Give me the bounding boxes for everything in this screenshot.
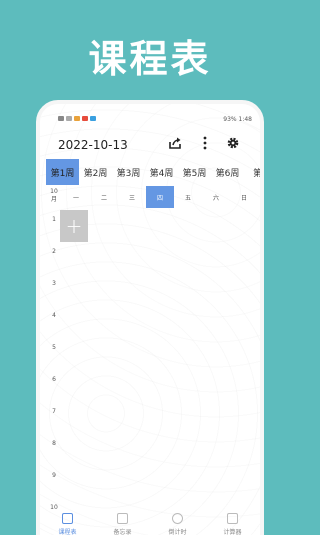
timer-icon xyxy=(172,513,183,524)
period-number: 8 xyxy=(52,440,56,447)
promo-title: 课程表 xyxy=(88,37,212,81)
period-number: 3 xyxy=(52,280,56,287)
calendar-icon xyxy=(62,513,73,524)
month-label: 10 月 xyxy=(46,186,62,208)
period-number: 2 xyxy=(52,248,56,255)
status-right: 93% 1:48 xyxy=(223,116,252,123)
nav-item-calculator[interactable]: 计算器 xyxy=(205,509,260,535)
day-cell: 五 xyxy=(184,194,191,202)
wifi-icon xyxy=(66,116,72,121)
add-course-button[interactable]: + xyxy=(60,210,88,242)
nav-item-schedule[interactable]: 课程表 xyxy=(40,509,95,535)
week-tab[interactable]: 第7 xyxy=(244,159,260,185)
plus-icon: + xyxy=(65,214,83,238)
week-tab[interactable]: 第5周 xyxy=(178,159,211,185)
week-tabs: 第1周 第2周 第3周 第4周 第5周 第6周 第7 xyxy=(46,159,260,185)
nav-label: 课程表 xyxy=(58,529,77,535)
period-number: 7 xyxy=(52,408,56,415)
month-number: 10 xyxy=(50,188,58,195)
status-icons xyxy=(58,116,96,121)
nav-label: 备忘录 xyxy=(113,529,132,535)
week-tab[interactable]: 第1周 xyxy=(46,159,79,185)
toolbar: 2022-10-13 xyxy=(40,136,260,156)
week-tab[interactable]: 第2周 xyxy=(79,159,112,185)
day-cell-today: 四 xyxy=(146,186,174,208)
nav-label: 计算器 xyxy=(223,529,242,535)
memo-icon xyxy=(117,513,128,524)
share-icon[interactable] xyxy=(166,136,184,154)
clock: 1:48 xyxy=(238,116,252,123)
nav-item-memo[interactable]: 备忘录 xyxy=(95,509,150,535)
day-cell: 二 xyxy=(100,194,107,202)
current-date[interactable]: 2022-10-13 xyxy=(58,138,128,152)
day-cell: 一 xyxy=(72,194,79,202)
day-cell: 三 xyxy=(128,194,135,202)
status-bar: 93% 1:48 xyxy=(40,114,260,126)
nav-label: 倒计时 xyxy=(168,529,187,535)
gear-icon[interactable] xyxy=(224,136,242,154)
signal-icon xyxy=(58,116,64,121)
notification-icon xyxy=(74,116,80,121)
period-number: 9 xyxy=(52,472,56,479)
notification-icon xyxy=(82,116,88,121)
week-tab[interactable]: 第3周 xyxy=(112,159,145,185)
week-tab[interactable]: 第4周 xyxy=(145,159,178,185)
month-unit: 月 xyxy=(50,196,57,203)
nav-item-countdown[interactable]: 倒计时 xyxy=(150,509,205,535)
battery-level: 93% xyxy=(223,116,237,123)
period-number: 6 xyxy=(52,376,56,383)
calculator-icon xyxy=(227,513,238,524)
more-vert-icon[interactable] xyxy=(196,136,214,154)
bottom-nav: 课程表 备忘录 倒计时 计算器 xyxy=(40,509,260,535)
week-tab[interactable]: 第6周 xyxy=(211,159,244,185)
day-cell: 日 xyxy=(240,194,247,202)
day-cell: 六 xyxy=(212,194,219,202)
day-header: 10 月 一 二 三 四 五 六 日 xyxy=(46,186,260,208)
phone-frame: 93% 1:48 2022-10-13 第1周 第2周 第3周 第4周 第5周 … xyxy=(36,100,264,535)
period-number: 5 xyxy=(52,344,56,351)
notification-icon xyxy=(90,116,96,121)
period-number: 4 xyxy=(52,312,56,319)
